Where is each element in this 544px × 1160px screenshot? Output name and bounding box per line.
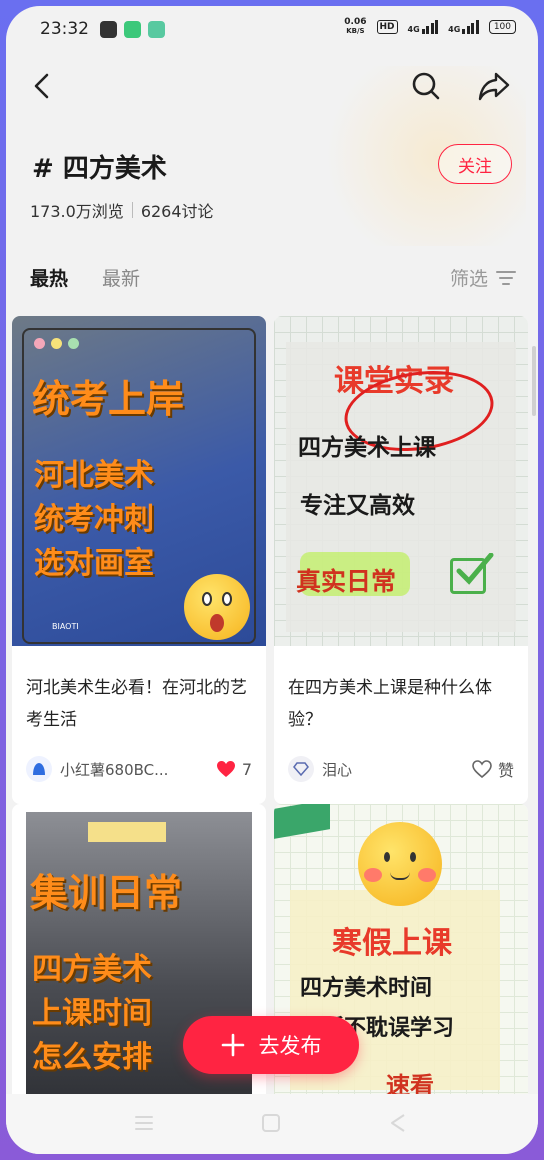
checkbox-icon (450, 553, 494, 594)
signal-1: 4G (408, 20, 439, 34)
publish-button[interactable]: 去发布 (183, 1016, 359, 1074)
cover-line: 四方美术时间 (300, 976, 433, 1001)
signal-1-label: 4G (407, 25, 420, 34)
cover-headline: 统考上岸 (32, 377, 185, 421)
menu-icon[interactable] (134, 1114, 154, 1132)
search-button[interactable] (406, 66, 446, 106)
topic-stats: 173.0万浏览 6264讨论 (30, 198, 214, 222)
back-button[interactable] (22, 66, 62, 106)
back-nav-icon[interactable] (388, 1112, 408, 1134)
tab-new[interactable]: 最新 (102, 264, 140, 291)
like-button[interactable]: 赞 (472, 757, 514, 781)
note-meta: 泪心 赞 (288, 756, 514, 782)
heart-filled-icon (216, 761, 235, 777)
cover-headline: 集训日常 (30, 871, 183, 915)
view-count: 173.0万浏览 (30, 202, 124, 221)
share-icon (478, 72, 510, 101)
like-button[interactable]: 7 (216, 760, 252, 779)
share-button[interactable] (474, 66, 514, 106)
hd-badge: HD (376, 20, 398, 34)
note-meta: 小红薯680BC... 7 (26, 756, 252, 782)
diamond-avatar-icon (293, 762, 309, 776)
cover-line: 真实日常 (296, 567, 397, 596)
cover-line: 选对画室 (34, 546, 154, 581)
scrollbar[interactable] (532, 346, 536, 416)
app-notification-icon (100, 21, 117, 38)
note-caption: 河北美术生必看！在河北的艺考生活 (26, 678, 247, 730)
signal-bars-icon (462, 20, 479, 34)
plus-icon (221, 1033, 244, 1057)
note-caption: 在四方美术上课是种什么体验？ (288, 678, 492, 730)
phone-screen: 23:32 0.06 KB/S HD 4G 4G 100 # 四方美术 173.… (6, 6, 538, 1154)
signal-2: 4G (448, 20, 479, 34)
cover-watermark: BIAOTI (52, 622, 79, 631)
signal-2-label: 4G (448, 25, 461, 34)
heart-outline-icon (472, 760, 492, 778)
stats-divider (131, 202, 133, 218)
follow-button[interactable]: 关注 (438, 144, 512, 184)
net-speed: 0.06 KB/S (344, 18, 366, 36)
status-bar: 23:32 0.06 KB/S HD 4G 4G 100 (6, 6, 538, 50)
signal-bars-icon (421, 20, 439, 34)
cover-line: 怎么安排 (32, 1040, 152, 1075)
net-speed-unit: KB/S (346, 27, 365, 35)
author-name[interactable]: 小红薯680BC... (60, 759, 216, 780)
avatar[interactable] (288, 756, 314, 782)
window-dots (34, 338, 79, 349)
chevron-left-icon (34, 73, 49, 99)
tape-strip (88, 822, 166, 842)
page-title: # 四方美术 (32, 154, 167, 184)
like-count: 赞 (497, 761, 514, 780)
smiling-emoji-icon (358, 822, 442, 906)
discussion-count: 6264讨论 (140, 202, 214, 221)
cover-line: 四方美术 (32, 952, 152, 987)
author-name[interactable]: 泪心 (322, 759, 472, 780)
note-cover-image: 课堂实录 四方美术上课 专注又高效 真实日常 (274, 316, 528, 646)
like-count: 7 (241, 759, 252, 779)
battery-icon: 100 (488, 20, 516, 34)
note-card[interactable]: 统考上岸 河北美术 统考冲刺 选对画室 BIAOTI 河北美术生必看！在河北的艺… (12, 316, 266, 804)
status-time: 23:32 (40, 19, 89, 39)
phone-notification-icon (124, 21, 141, 38)
green-tape (274, 804, 330, 839)
cover-line: 专注又高效 (300, 493, 415, 519)
note-card[interactable]: 课堂实录 四方美术上课 专注又高效 真实日常 在四方美术上课是种什么体验？ 泪心… (274, 316, 528, 804)
filter-icon (496, 270, 516, 285)
tab-hot[interactable]: 最热 (30, 264, 68, 291)
message-notification-icon (148, 21, 165, 38)
filter-button[interactable]: 筛选 (450, 264, 516, 291)
surprised-emoji-icon (184, 574, 250, 640)
cover-line: 四方美术上课 (298, 435, 436, 461)
cover-headline: 寒假上课 (332, 926, 452, 961)
status-indicators: 0.06 KB/S HD 4G 4G 100 (344, 18, 516, 36)
net-speed-value: 0.06 (344, 17, 367, 27)
cover-line: 统考冲刺 (34, 502, 154, 537)
publish-label: 去发布 (258, 1034, 322, 1058)
user-avatar-icon (33, 763, 45, 775)
home-icon[interactable] (260, 1112, 282, 1134)
note-cover-image: 统考上岸 河北美术 统考冲刺 选对画室 BIAOTI (12, 316, 266, 646)
cover-line: 河北美术 (34, 458, 154, 493)
sort-tabs: 最热 最新 (30, 264, 140, 291)
cover-line: 上课时间 (32, 996, 152, 1031)
filter-label: 筛选 (449, 268, 488, 290)
system-nav-bar (6, 1094, 538, 1154)
search-icon (412, 72, 440, 100)
avatar[interactable] (26, 756, 52, 782)
